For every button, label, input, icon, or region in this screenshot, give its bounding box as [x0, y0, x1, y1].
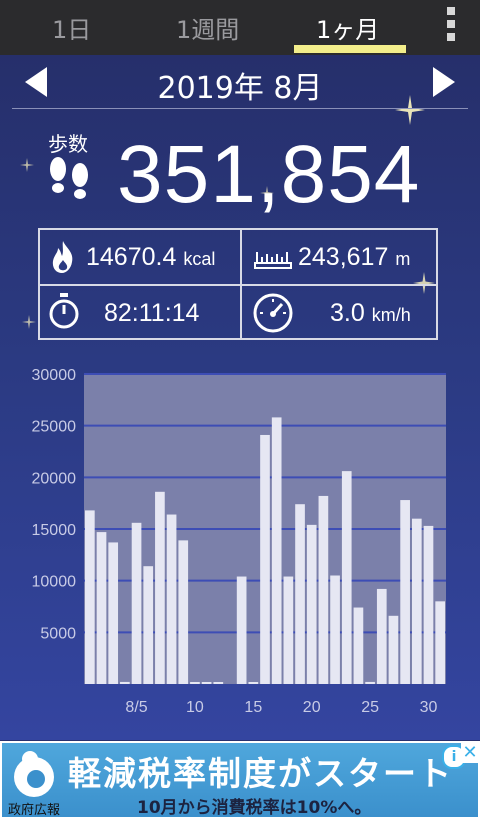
y-tick-label: 5000 — [40, 625, 76, 642]
ad-close-icon[interactable]: ✕ — [461, 743, 479, 763]
active-tab-indicator — [294, 45, 406, 53]
bar-day-6 — [143, 566, 154, 684]
bar-day-15 — [248, 682, 259, 684]
bar-day-22 — [330, 575, 340, 684]
ad-banner[interactable]: 政府広報 軽減税率制度がスタート 10月から消費税率は10%へ。 i ✕ — [0, 741, 480, 819]
bar-day-31 — [435, 601, 445, 684]
y-tick-label: 20000 — [32, 470, 77, 487]
bar-day-28 — [400, 500, 410, 684]
bar-day-27 — [388, 615, 399, 684]
duration-value: 82:11:14 — [104, 299, 200, 327]
x-tick-label: 8/5 — [125, 699, 147, 716]
stats-grid: 14670.4 kcal 243,617 m 82:11:14 3.0 km/h — [38, 228, 438, 340]
sparkle-icon — [22, 315, 36, 329]
stopwatch-icon — [49, 293, 79, 329]
tab-month[interactable]: 1ヶ月 — [316, 10, 379, 45]
speed-value: 3.0 km/h — [330, 299, 411, 327]
daily-steps-chart: 30000 25000 20000 15000 10000 5000 8/5 10 15 20 25… — [32, 367, 446, 716]
bar-day-3 — [108, 542, 119, 684]
bar-day-26 — [376, 588, 387, 684]
header-divider — [12, 108, 468, 109]
bar-day-21 — [318, 495, 329, 684]
bar-day-11 — [201, 682, 212, 684]
distance-value: 243,617 m — [298, 243, 411, 271]
period-tab-bar: 1日 1週間 1ヶ月 — [0, 0, 480, 55]
bar-day-2 — [96, 532, 107, 684]
ad-brand: 政府広報 — [8, 803, 61, 818]
bar-day-20 — [306, 524, 317, 684]
x-tick-label: 15 — [244, 699, 262, 716]
y-tick-label: 25000 — [32, 419, 77, 436]
bar-day-16 — [260, 434, 270, 684]
bar-day-23 — [341, 471, 352, 684]
ruler-icon — [254, 252, 292, 269]
x-tick-label: 30 — [420, 699, 438, 716]
bar-day-25 — [365, 681, 375, 684]
government-logo-icon — [14, 751, 54, 797]
next-month-icon[interactable] — [433, 67, 455, 97]
bar-day-10 — [190, 682, 200, 684]
calories-value: 14670.4 kcal — [86, 243, 216, 271]
x-tick-label: 20 — [303, 699, 321, 716]
bar-day-14 — [236, 576, 247, 684]
steps-total: 351,854 — [117, 129, 421, 220]
bar-day-18 — [283, 576, 294, 684]
ad-content: 政府広報 軽減税率制度がスタート 10月から消費税率は10%へ。 — [2, 743, 478, 818]
bar-day-1 — [85, 510, 95, 684]
bar-day-29 — [411, 518, 422, 684]
x-tick-label: 25 — [361, 699, 379, 716]
bar-day-12 — [213, 682, 224, 684]
ad-subline: 10月から消費税率は10%へ。 — [137, 798, 372, 818]
bar-day-30 — [423, 525, 434, 684]
footprints-icon — [50, 157, 88, 199]
y-tick-label: 30000 — [32, 367, 77, 384]
bar-day-9 — [178, 540, 189, 684]
sparkle-icon — [20, 158, 34, 172]
bar-day-5 — [131, 522, 142, 684]
tab-week[interactable]: 1週間 — [176, 10, 239, 45]
bar-day-4 — [120, 681, 130, 684]
month-navigator: 2019年 8月 — [0, 55, 480, 107]
steps-label: 歩数 — [48, 132, 88, 156]
bar-day-8 — [166, 514, 177, 684]
x-tick-label: 10 — [186, 699, 204, 716]
overflow-menu-icon[interactable] — [445, 4, 457, 48]
tab-day[interactable]: 1日 — [52, 10, 91, 45]
y-tick-label: 10000 — [32, 574, 77, 591]
calories-flame-icon — [52, 241, 73, 273]
bar-day-19 — [295, 504, 305, 684]
bar-day-24 — [353, 607, 364, 684]
month-title: 2019年 8月 — [157, 71, 323, 106]
y-tick-label: 15000 — [32, 522, 77, 539]
bar-day-7 — [155, 491, 165, 684]
bar-day-17 — [271, 417, 282, 684]
speedometer-icon — [253, 293, 293, 333]
ad-headline: 軽減税率制度がスタート — [68, 754, 453, 793]
